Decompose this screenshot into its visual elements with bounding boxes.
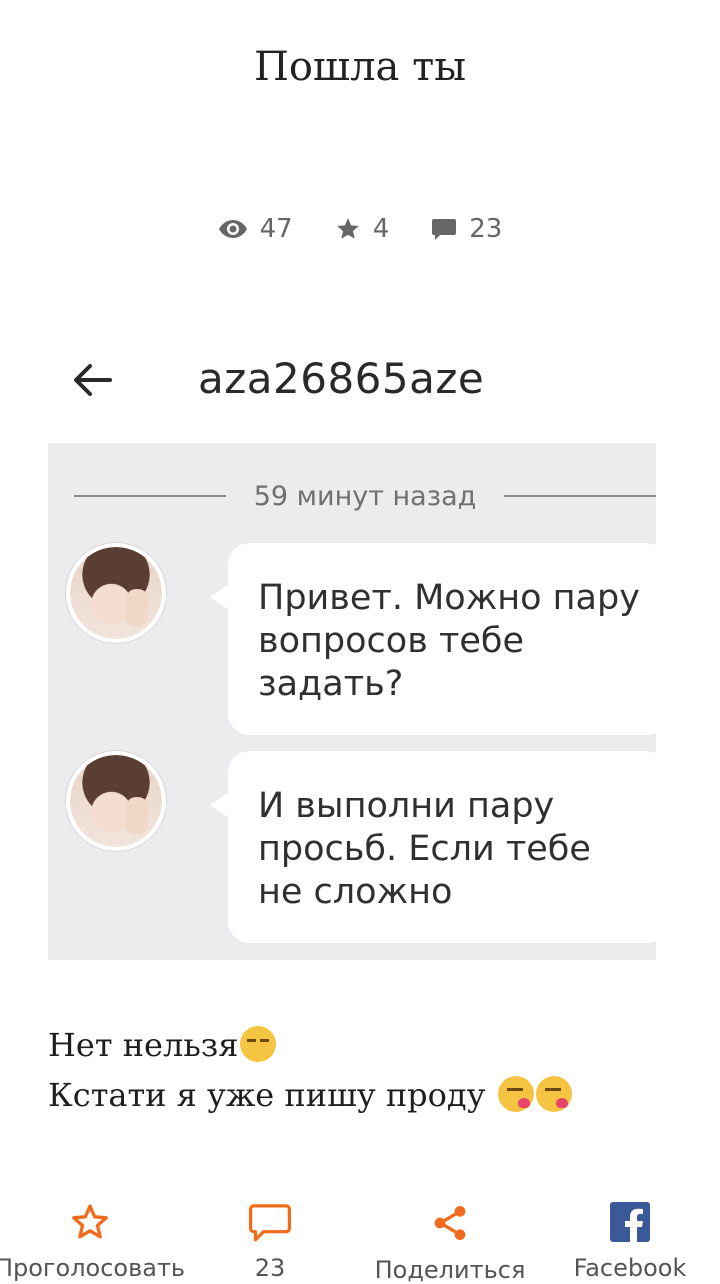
time-divider-text: 59 минут назад [253, 480, 477, 512]
comments-stat: 23 [431, 214, 502, 244]
comment-icon [431, 217, 457, 241]
eye-icon [218, 218, 248, 240]
chat-screenshot-header: aza26865aze [48, 340, 656, 420]
vote-label: Проголосовать [0, 1254, 186, 1282]
kiss-emoji-icon [497, 1076, 534, 1112]
facebook-button[interactable]: Facebook [540, 1190, 720, 1282]
story-stats: 47 4 23 [0, 214, 720, 244]
star-icon [335, 216, 361, 242]
votes-count: 4 [372, 214, 390, 244]
comments-button[interactable]: 23 [180, 1190, 360, 1282]
time-divider: 59 минут назад [74, 479, 656, 513]
unamused-emoji-icon [240, 1026, 277, 1062]
comments-count: 23 [469, 214, 503, 244]
divider-line [504, 495, 656, 497]
message-bubble: Привет. Можно пару вопросов тебе задать? [210, 543, 656, 735]
avatar [66, 543, 166, 643]
share-icon [430, 1202, 470, 1244]
share-button[interactable]: Поделиться [360, 1190, 540, 1284]
chat-screenshot: 59 минут назад Привет. Можно пару вопрос… [48, 443, 656, 960]
post-line-1-text: Нет нельзя [48, 1026, 239, 1064]
facebook-label: Facebook [573, 1254, 687, 1282]
star-outline-icon [70, 1202, 110, 1242]
views-stat: 47 [218, 214, 293, 244]
comment-outline-icon [249, 1202, 291, 1242]
vote-button[interactable]: Проголосовать [0, 1190, 185, 1282]
avatar [66, 751, 166, 851]
post-line-2-text: Кстати я уже пишу проду [48, 1076, 496, 1114]
facebook-icon [610, 1202, 650, 1242]
views-count: 47 [259, 214, 293, 244]
comments-label: 23 [254, 1254, 286, 1282]
message-bubble: И выполни пару просьб. Если тебе не слож… [210, 751, 656, 943]
bottom-action-bar: Проголосовать 23 Поделиться Facebook [0, 1190, 720, 1284]
kiss-emoji-icon [535, 1076, 572, 1112]
post-line-1: Нет нельзя [48, 1020, 688, 1070]
story-title: Пошла ты [253, 44, 467, 90]
post-body: Нет нельзя Кстати я уже пишу проду [48, 1020, 688, 1120]
votes-stat: 4 [335, 214, 390, 244]
chat-username: aza26865aze [198, 354, 485, 403]
post-line-2: Кстати я уже пишу проду [48, 1070, 688, 1120]
divider-line [74, 495, 226, 497]
back-arrow-icon [70, 360, 114, 404]
